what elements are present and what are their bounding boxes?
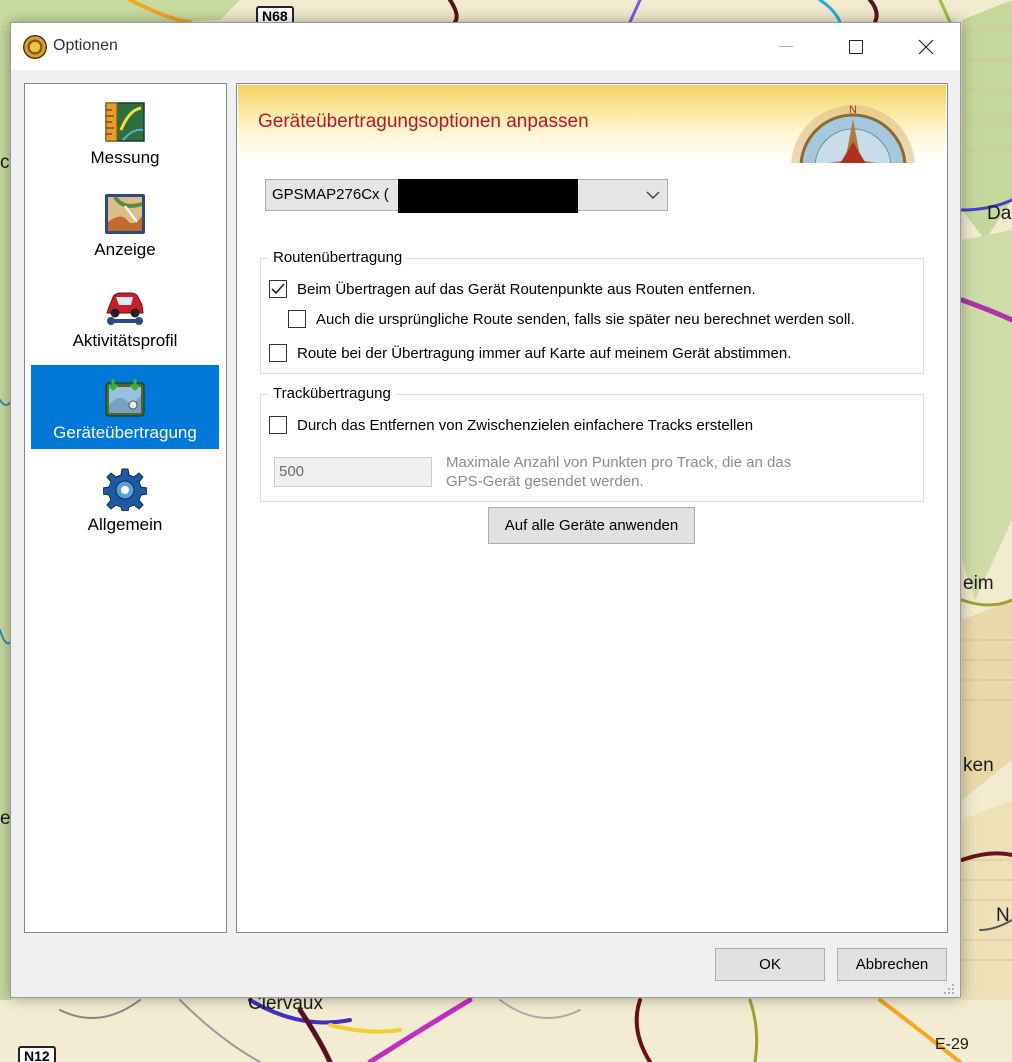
option-match-map[interactable]: Route bei der Übertragung immer auf Kart… [269,344,791,362]
checkbox[interactable] [269,280,287,298]
apply-all-devices-button[interactable]: Auf alle Geräte anwenden [488,507,695,544]
option-simplify-tracks[interactable]: Durch das Entfernen von Zwischenzielen e… [269,416,753,434]
checkbox[interactable] [269,416,287,434]
option-label: Route bei der Übertragung immer auf Kart… [297,344,792,362]
close-icon [918,39,934,54]
car-wrench-icon [106,292,144,325]
map-label: N [996,905,1010,926]
sidebar-item-messung[interactable]: Messung [31,90,219,174]
sidebar-item-anzeige[interactable]: Anzeige [31,182,219,266]
sidebar-item-label: Geräteübertragung [53,423,197,442]
map-label: E-29 [935,1036,969,1053]
sidebar-item-allgemein[interactable]: Allgemein [31,457,219,541]
resize-grip-icon[interactable] [943,983,955,995]
title-bar[interactable]: Optionen [11,23,960,70]
page-title: Geräteübertragungsoptionen anpassen [258,111,589,132]
map-label: c [0,152,10,173]
window-title: Optionen [53,37,118,54]
sidebar-item-geraeteuebertragung[interactable]: Geräteübertragung [31,365,219,449]
max-points-input[interactable]: 500 [274,457,432,487]
transfer-options-panel: Geräteübertragungsoptionen anpassen N GP… [236,83,948,933]
option-label: Beim Übertragen auf das Gerät Routenpunk… [297,280,756,298]
group-legend: Routenübertragung [269,248,407,268]
map-label: ken [963,755,994,776]
close-button[interactable] [903,23,949,70]
track-transfer-group: Trackübertragung Durch das Entfernen von… [260,384,924,502]
option-label: Durch das Entfernen von Zwischenzielen e… [297,416,754,434]
minimize-button[interactable] [763,23,809,70]
sidebar-item-label: Allgemein [87,515,163,534]
ruler-map-icon [105,102,145,142]
options-sidebar: Messung Anzeige Aktivitätsprofil Geräteü… [24,83,227,933]
svg-text:N: N [849,104,857,116]
group-legend: Trackübertragung [269,384,395,404]
gps-globe-icon [23,35,47,59]
cancel-button[interactable]: Abbrechen [837,948,947,981]
sidebar-item-aktivitaetsprofil[interactable]: Aktivitätsprofil [31,273,219,357]
maximize-button[interactable] [833,23,879,70]
sidebar-item-label: Aktivitätsprofil [72,331,178,350]
map-label: eim [963,573,994,594]
option-send-original-route[interactable]: Auch die ursprüngliche Route senden, fal… [288,310,855,328]
device-transfer-icon [105,379,145,417]
road-shield: N12 [18,1046,56,1062]
option-remove-route-points[interactable]: Beim Übertragen auf das Gerät Routenpunk… [269,280,756,298]
device-select-value: GPSMAP276Cx ( [272,186,389,203]
compass-icon: N [791,104,915,163]
chevron-down-icon [646,191,660,200]
map-label: Da [987,203,1012,224]
option-label: Auch die ursprüngliche Route senden, fal… [316,310,855,328]
redacted-device-id [398,179,578,213]
options-dialog: Optionen Messung Anzeige Aktivitätsprofi… [10,22,961,998]
sidebar-item-label: Anzeige [94,240,156,259]
sidebar-item-label: Messung [90,148,160,167]
ok-button[interactable]: OK [715,948,825,981]
panel-banner: Geräteübertragungsoptionen anpassen N [238,85,946,163]
map-display-icon [105,194,145,234]
checkbox[interactable] [288,310,306,328]
map-label: e [0,808,11,829]
checkmark-icon [271,283,285,295]
route-transfer-group: Routenübertragung Beim Übertragen auf da… [260,248,924,374]
max-points-hint: Maximale Anzahl von Punkten pro Track, d… [446,454,792,490]
device-select[interactable]: GPSMAP276Cx ( [265,179,668,213]
minimize-icon [779,46,793,47]
checkbox[interactable] [269,344,287,362]
gear-icon [103,468,147,511]
maximize-icon [849,39,863,54]
